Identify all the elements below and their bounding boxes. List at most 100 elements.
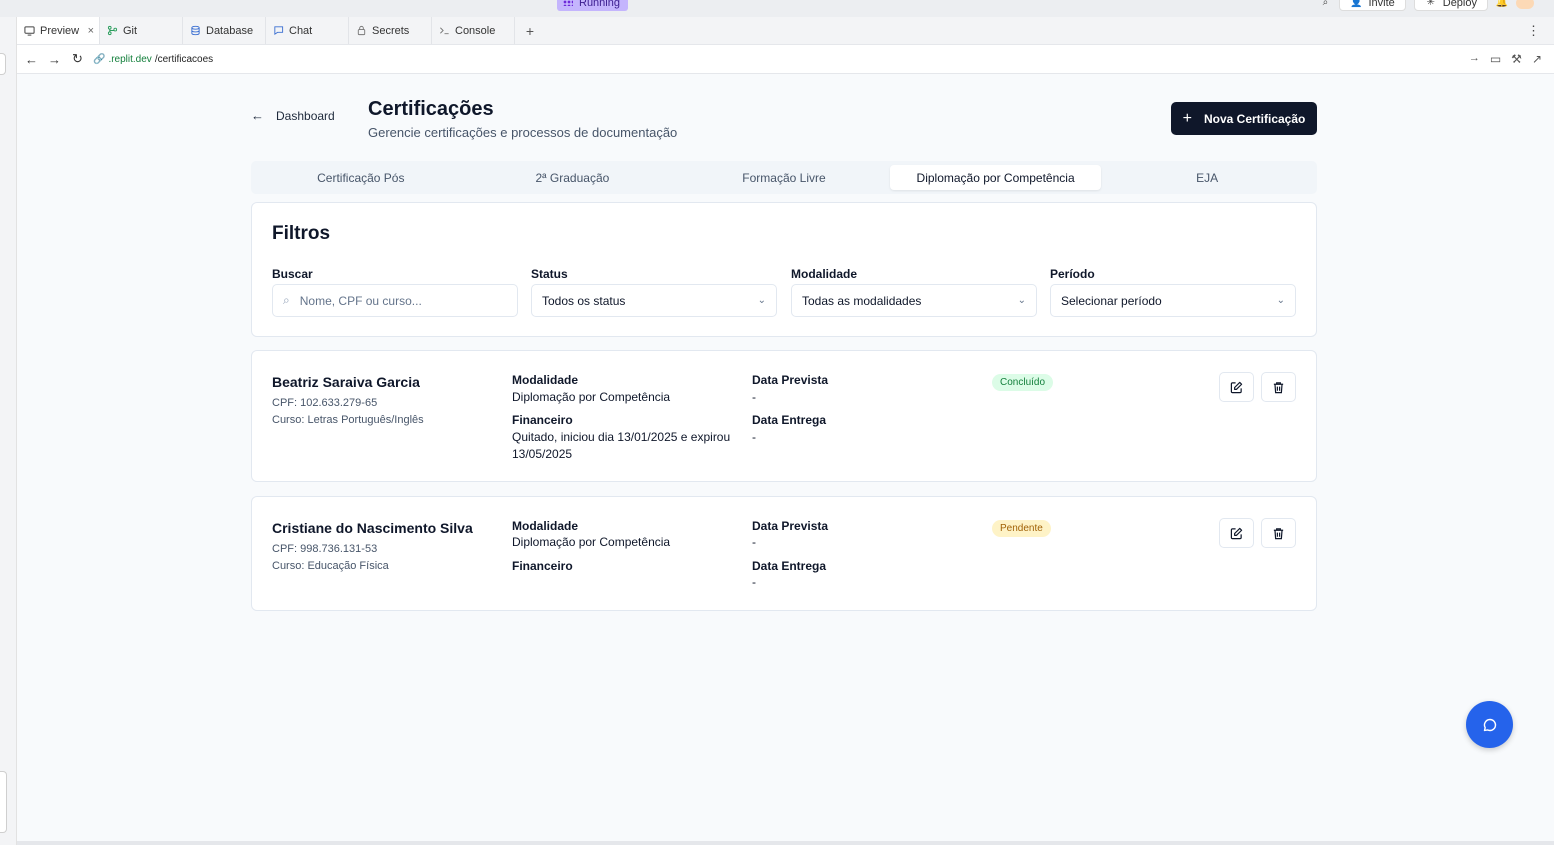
search-icon: ⌕	[283, 293, 290, 307]
tab-chat[interactable]: Chat	[266, 17, 349, 44]
wrench-icon[interactable]: ⚒	[1511, 52, 1522, 66]
chat-icon	[274, 26, 284, 36]
status-badge: Concluído	[992, 374, 1054, 391]
status-value: Todos os status	[542, 293, 626, 308]
devices-icon[interactable]: ▭	[1490, 52, 1501, 66]
back-label: Dashboard	[276, 108, 335, 123]
url-field[interactable]: 🔗 .replit.dev/certificacoes	[93, 54, 1469, 65]
student-cpf: CPF: 998.736.131-53	[272, 543, 378, 555]
modalidade-label: Modalidade	[512, 373, 579, 387]
run-status-label: Running	[579, 0, 620, 9]
url-actions: → ▭ ⚒ ↗	[1469, 52, 1542, 66]
modalidade-label: Modalidade	[791, 267, 858, 281]
student-course: Curso: Educação Física	[272, 560, 389, 572]
reload-icon[interactable]: ↻	[66, 51, 89, 67]
top-strip: Running ⌕ 👤 Invite ✳ Deploy 🔔	[0, 0, 1554, 17]
tab-label: Preview	[40, 24, 80, 37]
forward-arrow-icon[interactable]: →	[43, 52, 66, 67]
search-filter: Buscar ⌕ Nome, CPF ou curso...	[272, 267, 518, 317]
edit-button[interactable]	[1219, 518, 1254, 548]
search-input[interactable]: ⌕ Nome, CPF ou curso...	[272, 284, 518, 317]
status-filter: Status Todos os status ⌄	[531, 267, 777, 317]
data-prevista-value: -	[752, 535, 756, 549]
tab-eja[interactable]: EJA	[1101, 165, 1313, 190]
student-cpf: CPF: 102.633.279-65	[272, 397, 378, 409]
chat-bubble-icon	[1483, 718, 1496, 731]
delete-button[interactable]	[1261, 372, 1296, 402]
tab-segunda-graduacao[interactable]: 2ª Graduação	[467, 165, 679, 190]
bottom-bar	[17, 841, 1554, 845]
tab-git[interactable]: Git	[100, 17, 183, 44]
status-badge: Pendente	[992, 520, 1051, 537]
chat-fab-button[interactable]	[1466, 701, 1513, 748]
sidebar-handle-bottom[interactable]	[0, 771, 7, 833]
user-icon: 👤	[1350, 0, 1363, 8]
certification-record: Beatriz Saraiva Garcia CPF: 102.633.279-…	[251, 350, 1317, 482]
search-label: Buscar	[272, 267, 313, 281]
data-entrega-label: Data Entrega	[752, 413, 827, 427]
modalidade-value: Todas as modalidades	[802, 293, 922, 308]
deploy-icon: ✳	[1426, 0, 1435, 8]
terminal-icon	[440, 27, 449, 35]
tab-certificacao-pos[interactable]: Certificação Pós	[255, 165, 467, 190]
left-sidebar-edge	[0, 17, 17, 845]
deploy-button[interactable]: ✳ Deploy	[1413, 0, 1488, 11]
data-entrega-label: Data Entrega	[752, 559, 827, 573]
tab-database[interactable]: Database	[183, 17, 266, 44]
close-icon[interactable]: ×	[88, 25, 94, 37]
periodo-label: Período	[1050, 267, 1095, 281]
monitor-icon	[24, 26, 35, 36]
avatar[interactable]	[1516, 0, 1534, 9]
search-icon[interactable]: ⌕	[1319, 0, 1331, 9]
tab-label: Chat	[289, 24, 313, 37]
back-arrow-icon[interactable]: ←	[20, 52, 43, 67]
database-icon	[191, 25, 200, 36]
delete-button[interactable]	[1261, 518, 1296, 548]
top-right-actions: ⌕ 👤 Invite ✳ Deploy 🔔	[1319, 0, 1534, 11]
data-prevista-label: Data Prevista	[752, 519, 829, 533]
run-status[interactable]: Running	[557, 0, 628, 11]
modalidade-select[interactable]: Todas as modalidades ⌄	[791, 284, 1037, 317]
trash-icon	[1273, 381, 1284, 393]
bell-icon[interactable]: 🔔	[1496, 0, 1508, 9]
external-link-icon[interactable]: ↗	[1532, 52, 1542, 66]
tab-console[interactable]: Console	[432, 17, 515, 44]
tab-secrets[interactable]: Secrets	[349, 17, 432, 44]
modalidade-value: Diplomação por Competência	[512, 390, 671, 404]
lock-icon	[357, 25, 366, 36]
more-icon[interactable]: ⋮	[1527, 23, 1540, 39]
tab-label: Git	[123, 24, 138, 37]
edit-button[interactable]	[1219, 372, 1254, 402]
page-title: Certificações	[368, 98, 494, 120]
data-prevista-value: -	[752, 390, 756, 404]
tab-formacao-livre[interactable]: Formação Livre	[678, 165, 890, 190]
deploy-label: Deploy	[1442, 0, 1477, 9]
arrow-left-icon: ←	[251, 108, 264, 123]
filters-card: Filtros Buscar ⌕ Nome, CPF ou curso... S…	[251, 202, 1317, 337]
tab-diplomacao-competencia[interactable]: Diplomação por Competência	[889, 165, 1102, 190]
add-tab-button[interactable]: +	[515, 17, 545, 44]
invite-button[interactable]: 👤 Invite	[1339, 0, 1406, 11]
sidebar-handle[interactable]	[0, 53, 6, 75]
new-certification-button[interactable]: + Nova Certificação	[1171, 102, 1317, 135]
status-select[interactable]: Todos os status ⌄	[531, 284, 777, 317]
git-icon	[107, 25, 118, 36]
go-arrow-icon[interactable]: →	[1469, 52, 1480, 66]
page-subtitle: Gerencie certificações e processos de do…	[368, 125, 678, 140]
financeiro-value-line2: 13/05/2025	[512, 447, 573, 461]
link-icon: 🔗	[93, 53, 106, 65]
modalidade-label: Modalidade	[512, 519, 579, 533]
trash-icon	[1273, 527, 1284, 539]
search-placeholder: Nome, CPF ou curso...	[299, 293, 422, 308]
financeiro-value-line1: Quitado, iniciou dia 13/01/2025 e expiro…	[512, 430, 731, 444]
periodo-select[interactable]: Selecionar período ⌄	[1050, 284, 1296, 317]
tab-preview[interactable]: Preview ×	[17, 17, 100, 44]
url-path: /certificacoes	[154, 53, 214, 65]
back-to-dashboard-link[interactable]: ← Dashboard	[251, 108, 335, 123]
chevron-down-icon: ⌄	[757, 295, 766, 306]
url-domain: .replit.dev	[108, 53, 152, 65]
certification-record: Cristiane do Nascimento Silva CPF: 998.7…	[251, 496, 1317, 611]
edit-icon	[1230, 527, 1243, 539]
student-name: Cristiane do Nascimento Silva	[272, 520, 473, 536]
periodo-filter: Período Selecionar período ⌄	[1050, 267, 1296, 317]
